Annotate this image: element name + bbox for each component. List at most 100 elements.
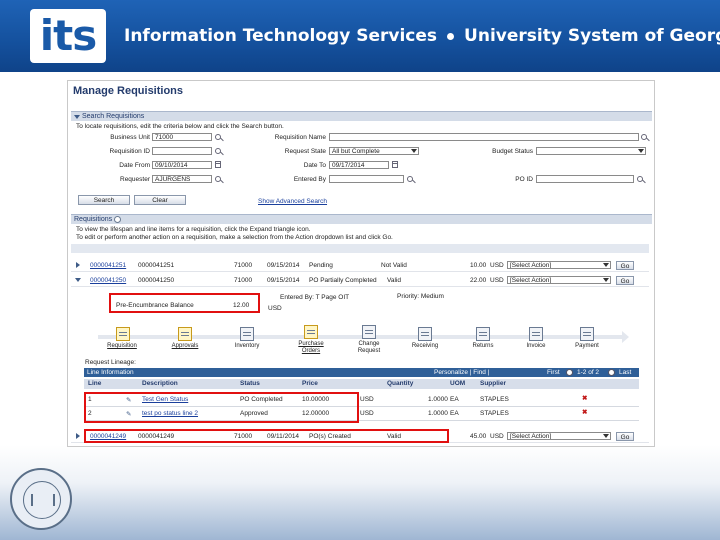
inventory-stage-icon (240, 327, 254, 341)
line-supplier: STAPLES (480, 410, 509, 417)
stage-label-returns: Returns (472, 343, 494, 349)
calendar-icon[interactable] (392, 161, 398, 168)
help-icon[interactable] (114, 215, 122, 223)
budget-status-select[interactable] (536, 147, 646, 155)
advanced-search-link[interactable]: Show Advanced Search (258, 198, 327, 205)
requisition-name-input[interactable] (329, 133, 639, 141)
priority-detail: Priority: Medium (397, 293, 444, 300)
line-quantity: 1.0000 (428, 396, 448, 403)
lookup-icon[interactable] (215, 134, 221, 140)
stage-label-payment: Payment (575, 343, 599, 349)
stage-label-purchase-orders[interactable]: Purchase Orders (291, 341, 331, 355)
budget-status: Valid (387, 277, 401, 284)
line-supplier: STAPLES (480, 396, 509, 403)
column-header-supplier[interactable]: Supplier (480, 380, 506, 387)
lookup-icon[interactable] (407, 176, 413, 182)
column-header-status[interactable]: Status (240, 380, 260, 387)
currency: USD (490, 277, 504, 284)
line-information-header: Line Information Personalize | Find | Fi… (84, 368, 639, 377)
lookup-icon[interactable] (215, 148, 221, 154)
chevron-down-icon (603, 278, 609, 282)
line-currency: USD (360, 396, 374, 403)
chevron-down-icon (603, 434, 609, 438)
expand-icon[interactable] (76, 262, 80, 268)
go-button[interactable]: Go (616, 276, 634, 285)
action-select[interactable]: [Select Action] (507, 276, 611, 284)
action-select[interactable]: [Select Action] (507, 432, 611, 440)
column-header-description[interactable]: Description (142, 380, 178, 387)
line-uom: EA (450, 410, 459, 417)
cancel-line-icon[interactable]: ✖ (582, 408, 587, 416)
cancel-line-icon[interactable]: ✖ (582, 394, 587, 402)
entered-by-input[interactable] (329, 175, 404, 183)
po-id-input[interactable] (536, 175, 634, 183)
grid-first-link[interactable]: First (547, 368, 560, 377)
grid-personalize-find[interactable]: Personalize | Find | (434, 368, 489, 377)
its-logo: its (30, 9, 106, 63)
collapse-icon[interactable] (74, 115, 80, 119)
next-page-icon[interactable] (608, 369, 615, 376)
requisition-name: 0000041251 (138, 262, 175, 269)
amount: 45.00 (470, 433, 487, 440)
currency: USD (490, 262, 504, 269)
requester-label: Requester (120, 176, 150, 183)
table-row: 0000041251 0000041251 71000 09/15/2014 P… (71, 260, 649, 272)
requisition-id-link[interactable]: 0000041250 (90, 277, 126, 284)
lookup-icon[interactable] (641, 134, 647, 140)
arrow-right-icon (622, 331, 629, 343)
change-request-stage-icon (362, 325, 376, 339)
pre-encumbrance-currency: USD (268, 305, 282, 312)
requisitions-instructions-1: To view the lifespan and line items for … (76, 226, 311, 233)
lookup-icon[interactable] (637, 176, 643, 182)
highlight-box-po-created (84, 429, 449, 443)
clear-button[interactable]: Clear (134, 195, 186, 205)
requisition-date: 09/15/2014 (267, 277, 300, 284)
stage-label-approvals[interactable]: Approvals (165, 343, 205, 350)
line-grid-column-headers: Line Description Status Price Quantity U… (84, 379, 639, 389)
go-button[interactable]: Go (616, 432, 634, 441)
date-to-input[interactable]: 09/17/2014 (329, 161, 389, 169)
requisitions-grid-header (71, 244, 649, 253)
approvals-stage-icon[interactable] (178, 327, 192, 341)
stage-label-requisition[interactable]: Requisition (102, 343, 142, 350)
chevron-down-icon (603, 263, 609, 267)
highlight-box-pre-encumbrance (109, 293, 260, 313)
request-state-select[interactable]: All but Complete (329, 147, 419, 155)
column-header-uom[interactable]: UOM (450, 380, 465, 387)
chevron-down-icon (638, 149, 644, 153)
business-unit-input[interactable]: 71000 (152, 133, 212, 141)
calendar-icon[interactable] (215, 161, 221, 168)
requisition-id-link[interactable]: 0000041251 (90, 262, 126, 269)
search-section-header[interactable]: Search Requisitions (71, 111, 652, 121)
lookup-icon[interactable] (215, 176, 221, 182)
request-state-label: Request State (284, 148, 326, 155)
column-header-quantity[interactable]: Quantity (387, 380, 413, 387)
go-button[interactable]: Go (616, 261, 634, 270)
header-banner: its Information Technology Services Unive… (0, 0, 720, 72)
po-id-label: PO ID (515, 176, 533, 183)
requester-input[interactable]: AJURGENS (152, 175, 212, 183)
expand-icon[interactable] (76, 433, 80, 439)
requisition-date: 09/15/2014 (267, 262, 300, 269)
previous-page-icon[interactable] (566, 369, 573, 376)
action-select[interactable]: [Select Action] (507, 261, 611, 269)
requisitions-instructions-2: To edit or perform another action on a r… (76, 234, 393, 241)
requisition-name-label: Requisition Name (274, 134, 326, 141)
date-from-input[interactable]: 09/10/2014 (152, 161, 212, 169)
requisition-stage-icon[interactable] (116, 327, 130, 341)
invoice-stage-icon (529, 327, 543, 341)
purchase-orders-stage-icon[interactable] (304, 325, 318, 339)
column-header-price[interactable]: Price (302, 380, 318, 387)
requisition-name: 0000041250 (138, 277, 175, 284)
collapse-icon[interactable] (75, 278, 81, 282)
grid-range: 1-2 of 2 (577, 369, 600, 376)
search-button[interactable]: Search (78, 195, 130, 205)
grid-last-link[interactable]: Last (619, 368, 631, 377)
requisition-id-input[interactable] (152, 147, 212, 155)
banner-title: Information Technology Services Universit… (124, 26, 720, 46)
amount: 22.00 (470, 277, 487, 284)
column-header-line[interactable]: Line (88, 380, 101, 387)
currency: USD (490, 433, 504, 440)
requisition-id-label: Requisition ID (109, 148, 150, 155)
request-lineage-label: Request Lineage: (85, 359, 136, 366)
